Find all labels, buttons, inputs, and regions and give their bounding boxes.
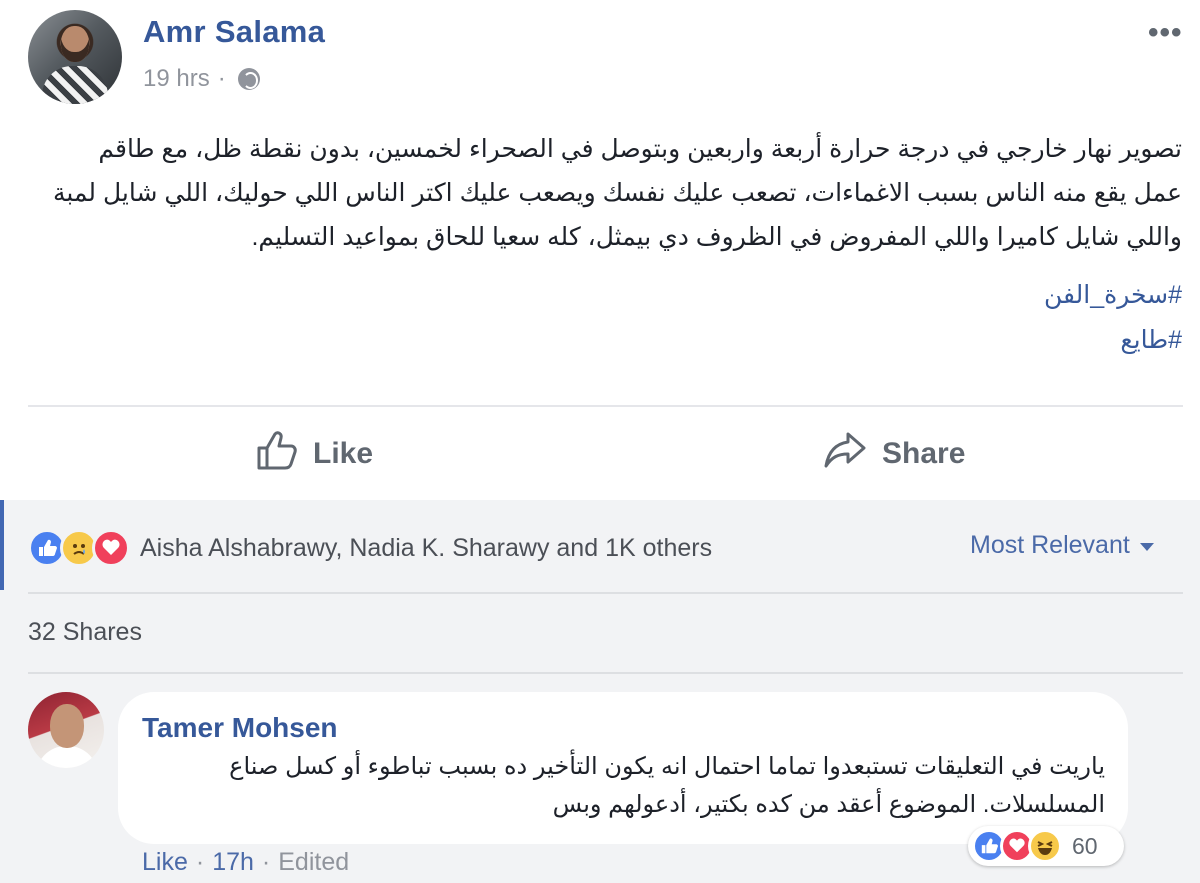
- commenter-name[interactable]: Tamer Mohsen: [142, 712, 338, 744]
- comment-reactions-badge[interactable]: 60: [968, 826, 1124, 866]
- avatar-face: [50, 704, 84, 748]
- edited-label[interactable]: Edited: [278, 848, 349, 877]
- comment-footer: Like · 17h · Edited: [142, 848, 349, 877]
- author-avatar[interactable]: [28, 10, 122, 104]
- comment-text-line: المسلسلات. الموضوع أعقد من كده بكتير، أد…: [552, 791, 1105, 818]
- comment-like-link[interactable]: Like: [142, 848, 188, 877]
- divider: [28, 672, 1183, 674]
- focus-accent: [0, 500, 4, 590]
- avatar-body: [36, 746, 98, 768]
- shares-count[interactable]: 32 Shares: [28, 618, 142, 647]
- comment-time[interactable]: 17h: [212, 848, 254, 877]
- share-button[interactable]: Share: [822, 428, 965, 480]
- caret-down-icon: [1139, 543, 1154, 551]
- avatar-shirt: [42, 66, 108, 104]
- avatar-head: [61, 26, 89, 62]
- comment-reaction-count: 60: [1072, 832, 1098, 859]
- sort-label: Most Relevant: [970, 531, 1130, 559]
- love-reaction-icon: [92, 529, 130, 567]
- post-text: تصوير نهار خارجي في درجة حرارة أربعة وار…: [22, 127, 1182, 259]
- hashtag-link[interactable]: #طايع: [1120, 325, 1182, 355]
- meta-separator: ·: [217, 65, 226, 92]
- share-button-label: Share: [882, 437, 966, 470]
- like-button[interactable]: Like: [255, 428, 373, 480]
- divider: [28, 592, 1183, 594]
- post-author-name[interactable]: Amr Salama: [143, 14, 325, 50]
- haha-reaction-icon: [1028, 829, 1062, 863]
- footer-separator: ·: [261, 848, 271, 876]
- reactions-summary[interactable]: Aisha Alshabrawy, Nadia K. Sharawy and 1…: [28, 528, 712, 568]
- comment-sort-dropdown[interactable]: Most Relevant: [970, 531, 1154, 560]
- comment-text-line: ياريت في التعليقات تستبعدوا تماما احتمال…: [229, 753, 1105, 780]
- like-button-label: Like: [313, 437, 374, 470]
- post-text-line: عمل يقع منه الناس بسبب الاغماءات، تصعب ع…: [53, 179, 1182, 207]
- hashtag-link[interactable]: #سخرة_الفن: [1044, 280, 1182, 310]
- post-text-line: تصوير نهار خارجي في درجة حرارة أربعة وار…: [98, 135, 1182, 163]
- globe-icon[interactable]: [237, 68, 260, 90]
- comment-text: ياريت في التعليقات تستبعدوا تماما احتمال…: [185, 748, 1105, 824]
- ellipsis-icon[interactable]: •••: [1148, 16, 1183, 50]
- divider: [28, 405, 1183, 407]
- post-timestamp[interactable]: 19 hrs: [143, 65, 210, 93]
- post-text-line: واللي شايل كاميرا واللي المفروض في الظرو…: [251, 223, 1182, 251]
- commenter-avatar[interactable]: [28, 692, 104, 768]
- post-meta: 19 hrs ·: [143, 65, 260, 93]
- share-arrow-icon: [822, 428, 868, 480]
- thumbs-up-icon: [255, 428, 299, 480]
- reactions-names[interactable]: Aisha Alshabrawy, Nadia K. Sharawy and 1…: [140, 534, 712, 563]
- footer-separator: ·: [195, 848, 205, 876]
